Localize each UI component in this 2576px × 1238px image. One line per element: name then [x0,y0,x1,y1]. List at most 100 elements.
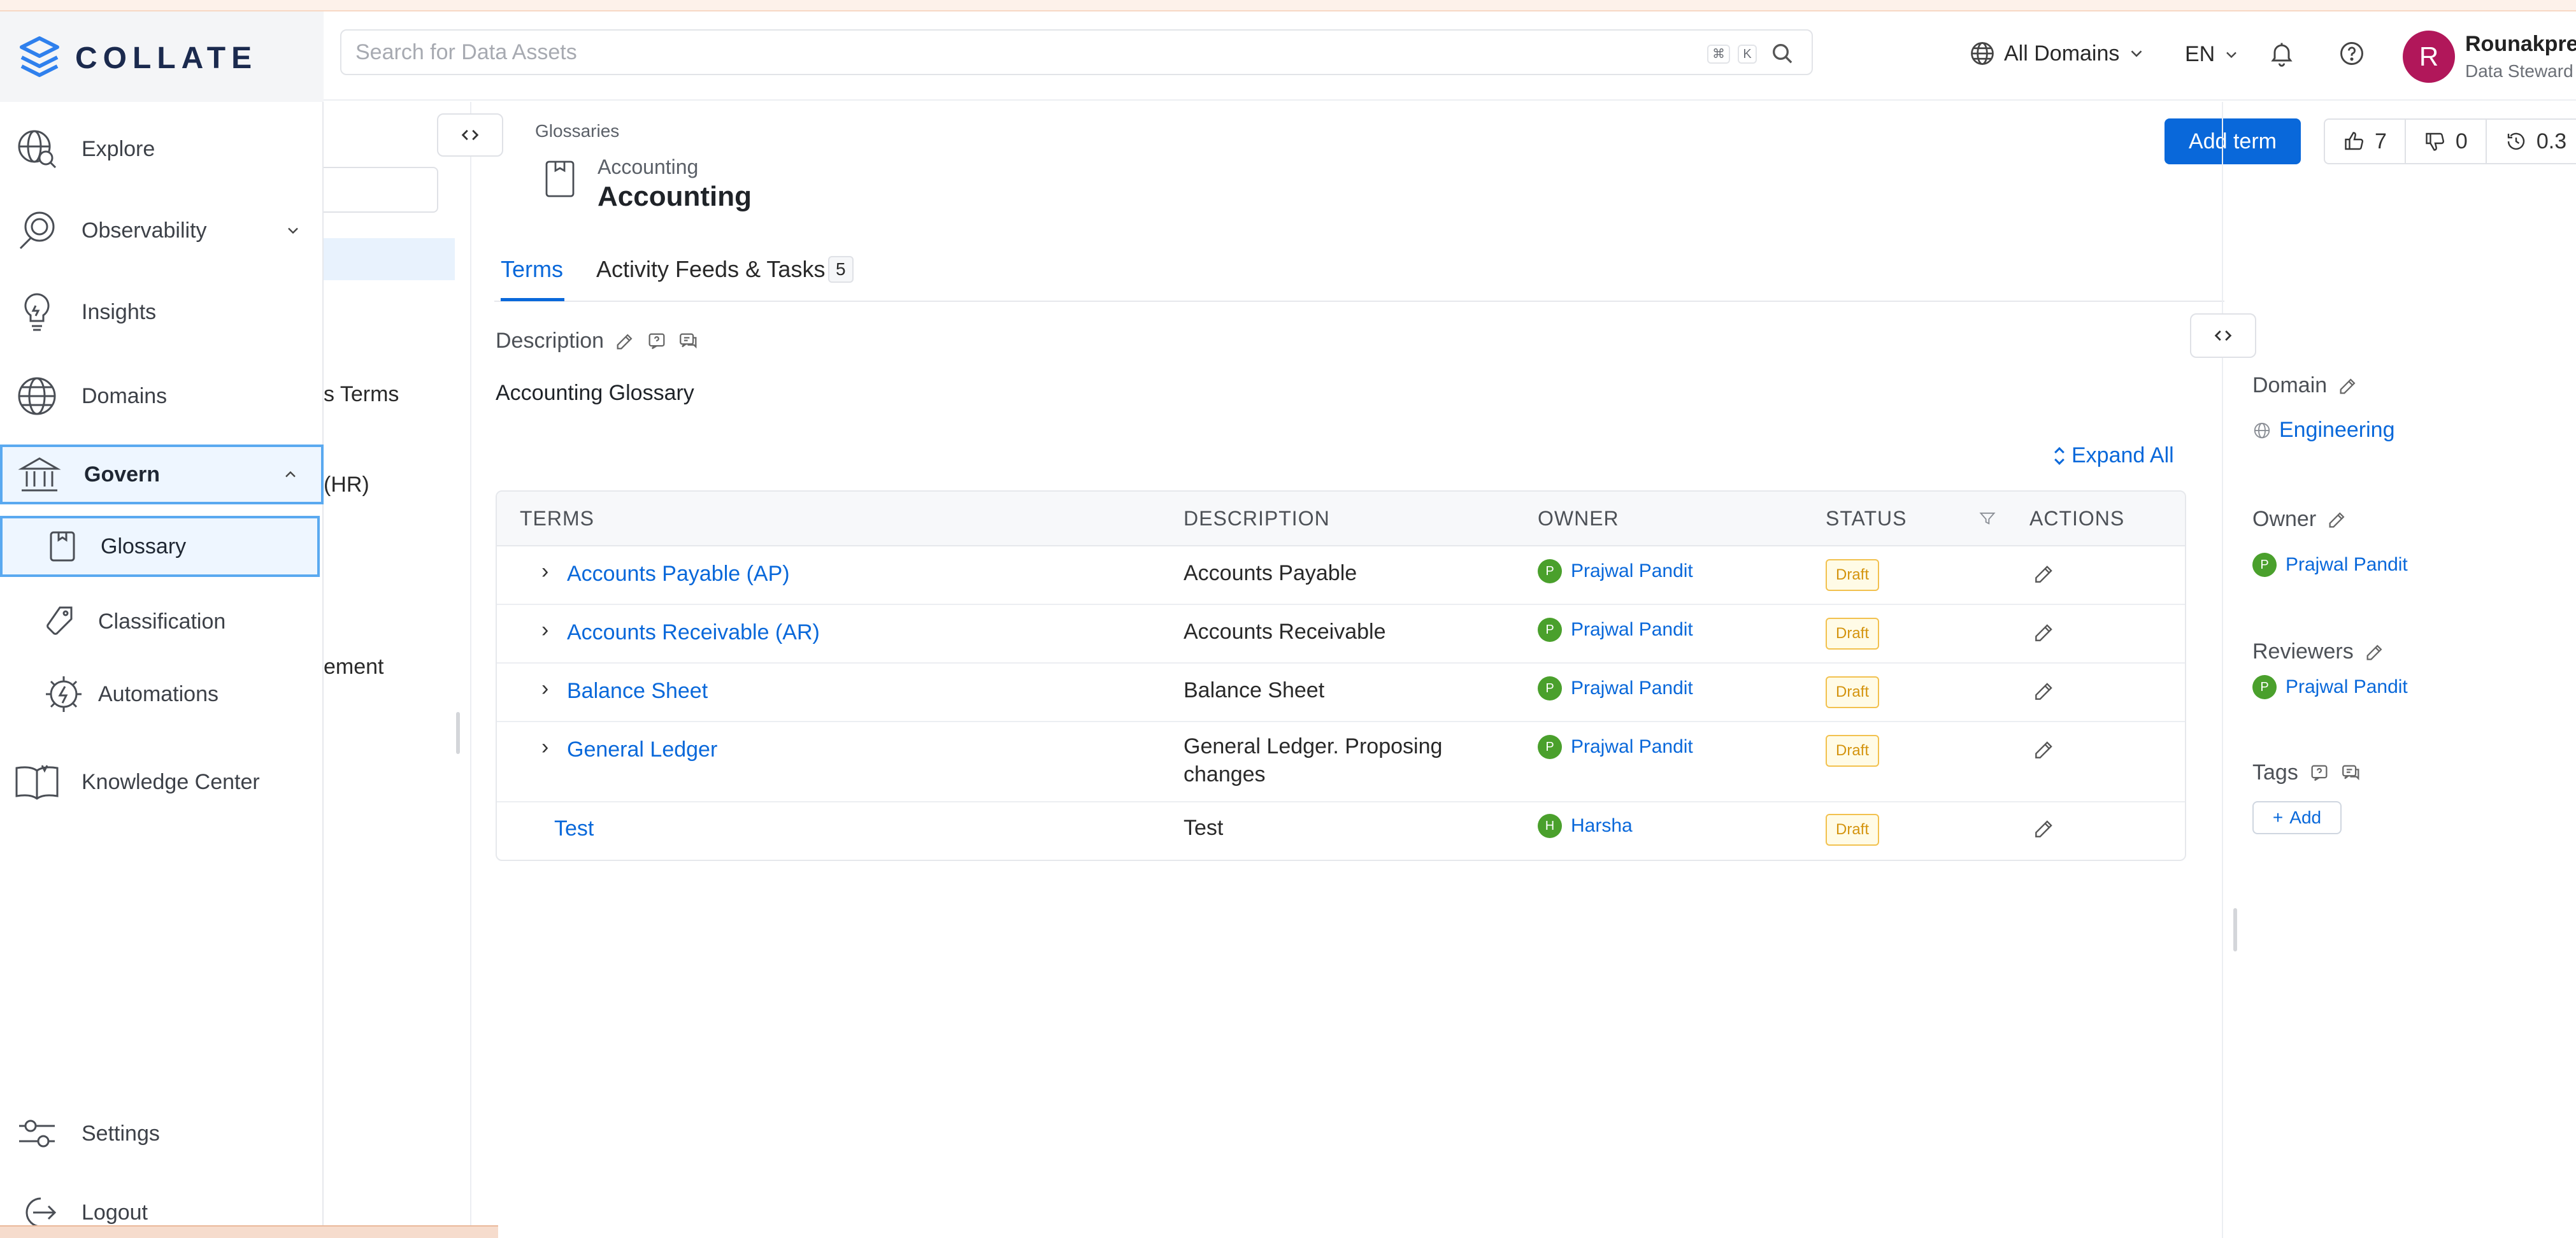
status-badge: Draft [1826,618,1880,650]
edit-pencil-icon[interactable] [2032,737,2056,762]
nav-observability[interactable]: Observability [0,199,324,262]
term-link[interactable]: Accounts Payable (AP) [567,562,790,587]
term-owner[interactable]: P Prajwal Pandit [1538,559,1693,583]
description-text: Accounting Glossary [496,381,694,405]
edit-pencil-icon[interactable] [2032,816,2056,841]
language-selector[interactable]: EN [2185,42,2240,67]
glossary-search-input[interactable] [324,167,438,213]
tab-terms[interactable]: Terms [501,256,563,283]
domain-section-header: Domain [2252,373,2359,398]
edit-pencil-icon[interactable] [2364,641,2386,663]
edit-pencil-icon[interactable] [2032,620,2056,644]
search-input[interactable] [355,38,1680,66]
help-button[interactable] [2338,39,2366,68]
term-owner[interactable]: P Prajwal Pandit [1538,735,1693,759]
breadcrumb[interactable]: Glossaries [535,121,619,141]
owner-name[interactable]: Harsha [1571,815,1633,837]
add-tag-button[interactable]: + Add [2252,801,2342,834]
global-search[interactable]: ⌘ K [340,29,1813,75]
owner-label: Owner [2252,507,2317,531]
brand-name: COLLATE [75,41,258,75]
glossary-owner[interactable]: P Prajwal Pandit [2252,553,2408,577]
nav-knowledge-center[interactable]: Knowledge Center [0,750,324,814]
glossary-list-scrollbar[interactable] [456,712,460,754]
downvote-button[interactable]: 0 [2406,120,2487,163]
right-panel-divider [2222,102,2223,1238]
term-link[interactable]: General Ledger [567,737,717,762]
column-header-description: DESCRIPTION [1184,507,1330,530]
nav-classification[interactable]: Classification [0,590,324,653]
thumbs-up-icon [2343,130,2366,153]
version-history-button[interactable]: 0.3 [2487,120,2576,163]
term-owner[interactable]: H Harsha [1538,814,1633,838]
owner-name[interactable]: Prajwal Pandit [1571,619,1693,641]
user-name[interactable]: Rounakpre [2465,32,2576,57]
nav-glossary[interactable]: Glossary [0,516,320,577]
domain-label: Domain [2252,373,2328,397]
brand-header[interactable]: COLLATE [0,11,324,102]
owner-name[interactable]: Prajwal Pandit [2286,554,2408,576]
nav-insights[interactable]: Insights [0,280,324,344]
kbd-k-key: K [1738,45,1757,64]
user-avatar[interactable]: R [2403,31,2455,83]
search-icon[interactable] [1770,41,1795,66]
filter-icon[interactable] [1979,509,1996,527]
nav-settings-label: Settings [82,1121,160,1146]
nav-automations[interactable]: Automations [0,662,324,726]
term-link[interactable]: Test [554,816,594,841]
table-row[interactable]: › Accounts Payable (AP) Accounts Payable… [497,546,2185,605]
owner-name[interactable]: Prajwal Pandit [1571,560,1693,582]
edit-pencil-icon[interactable] [614,331,636,352]
term-owner[interactable]: P Prajwal Pandit [1538,618,1693,642]
conversation-icon[interactable] [678,331,699,352]
owner-name[interactable]: Prajwal Pandit [1571,678,1693,699]
description-header: Description [496,329,699,353]
glossary-list-item[interactable]: (HR) [324,473,369,497]
expand-all-button[interactable]: Expand All [2052,443,2174,468]
glossary-reviewer[interactable]: P Prajwal Pandit [2252,675,2408,699]
term-owner[interactable]: P Prajwal Pandit [1538,676,1693,701]
code-brackets-icon [2212,325,2234,346]
domain-selector[interactable]: All Domains [1968,39,2146,68]
glossary-list-item[interactable]: ement [324,655,384,679]
edit-pencil-icon[interactable] [2032,562,2056,586]
edit-pencil-icon[interactable] [2337,375,2359,397]
nav-explore[interactable]: Explore [0,117,324,181]
table-row[interactable]: Test Test H Harsha Draft [497,802,2185,860]
collapse-right-panel-button[interactable] [2190,313,2256,358]
right-panel-scrollbar[interactable] [2233,908,2237,951]
upvote-button[interactable]: 7 [2325,120,2406,163]
govern-bank-icon [18,453,61,497]
request-description-icon[interactable] [646,331,668,352]
nav-settings[interactable]: Settings [0,1102,324,1165]
owner-name[interactable]: Prajwal Pandit [1571,736,1693,758]
nav-insights-label: Insights [82,299,157,324]
request-tags-icon[interactable] [2308,762,2330,784]
table-row[interactable]: › Accounts Receivable (AR) Accounts Rece… [497,605,2185,664]
edit-pencil-icon[interactable] [2032,679,2056,703]
table-row[interactable]: › Balance Sheet Balance Sheet P Prajwal … [497,664,2185,722]
add-term-button[interactable]: Add term [2165,118,2301,164]
owner-avatar: P [1538,735,1562,759]
notifications-button[interactable] [2268,39,2296,68]
chevron-down-icon [2222,46,2240,64]
expand-row-icon[interactable]: › [541,735,548,760]
term-link[interactable]: Balance Sheet [567,679,708,704]
term-link[interactable]: Accounts Receivable (AR) [567,620,820,645]
edit-pencil-icon[interactable] [2326,509,2348,530]
reviewer-name[interactable]: Prajwal Pandit [2286,676,2408,698]
domain-link[interactable]: Engineering [2252,418,2394,443]
conversation-icon[interactable] [2340,762,2362,784]
tab-activity-feeds[interactable]: Activity Feeds & Tasks [596,256,825,283]
nav-govern[interactable]: Govern [0,445,324,504]
nav-domains[interactable]: Domains [0,364,324,428]
kbd-cmd-key: ⌘ [1707,45,1730,64]
expand-row-icon[interactable]: › [541,559,548,584]
upvote-count: 7 [2375,129,2387,153]
table-row[interactable]: › General Ledger General Ledger. Proposi… [497,722,2185,802]
glossary-list-item[interactable]: s Terms [324,382,400,407]
collapse-left-panel-button[interactable] [437,113,503,157]
glossary-list-active-item[interactable] [324,238,455,280]
expand-row-icon[interactable]: › [541,676,548,701]
expand-row-icon[interactable]: › [541,618,548,643]
